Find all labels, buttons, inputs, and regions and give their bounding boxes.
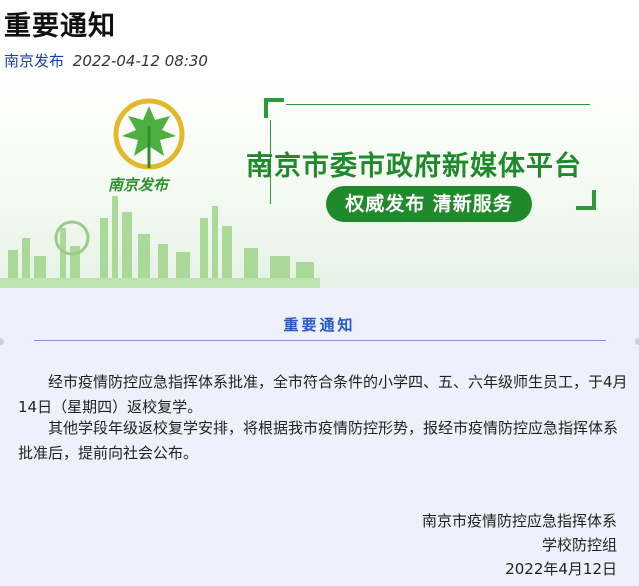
signature-dept: 学校防控组	[541, 536, 617, 554]
heading-divider	[34, 340, 606, 341]
article-title: 重要通知	[4, 11, 116, 42]
source-link[interactable]: 南京发布	[4, 52, 64, 70]
divider-dot	[635, 338, 639, 345]
city-skyline	[0, 196, 320, 288]
publish-timestamp: 2022-04-12 08:30	[72, 52, 208, 70]
notice-paragraph: 经市疫情防控应急指挥体系批准，全市符合条件的小学四、五、六年级师生员工，于4月1…	[18, 373, 628, 416]
maple-leaf-logo-icon	[113, 98, 185, 170]
notice-heading: 重要通知	[283, 316, 356, 334]
signature-date: 2022年4月12日	[505, 560, 617, 578]
banner-slogan: 权威发布 清新服务	[326, 186, 532, 222]
signature-org: 南京市疫情防控应急指挥体系	[421, 512, 617, 530]
article-meta: 南京发布 2022-04-12 08:30	[4, 50, 208, 71]
banner-image: 南京发布 南京市委市政府新媒体平台 权威发布 清新服务	[0, 74, 639, 288]
notice-paragraph: 其他学段年级返校复学安排，将根据我市疫情防控形势，报经市疫情防控应急指挥体系批准…	[18, 419, 619, 462]
divider-dot	[0, 338, 4, 345]
notice-card: 重要通知 经市疫情防控应急指挥体系批准，全市符合条件的小学四、五、六年级师生员工…	[0, 288, 639, 586]
